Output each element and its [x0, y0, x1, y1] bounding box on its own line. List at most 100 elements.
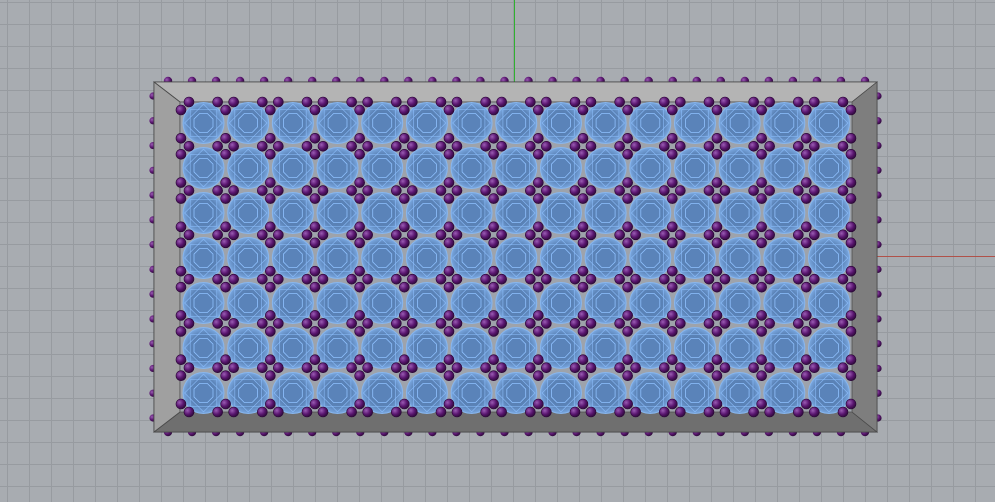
prong	[220, 281, 231, 293]
prong	[703, 185, 715, 196]
prong	[399, 398, 410, 410]
prong	[756, 398, 767, 410]
stone	[361, 282, 404, 324]
stone	[450, 102, 493, 144]
prong	[362, 140, 373, 152]
prong	[703, 362, 715, 374]
prong	[675, 273, 686, 285]
prong	[228, 362, 239, 374]
prong	[711, 326, 723, 337]
prong	[585, 96, 597, 108]
prong	[407, 273, 418, 285]
prong	[309, 265, 321, 277]
prong	[443, 177, 455, 188]
prong	[541, 96, 552, 108]
pave-plate-model[interactable]	[0, 0, 995, 502]
prong	[756, 148, 767, 160]
prong	[488, 398, 499, 410]
prong	[748, 96, 759, 108]
prong	[443, 193, 455, 204]
prong	[309, 132, 321, 144]
prong	[220, 370, 231, 382]
prong	[622, 326, 633, 337]
prong	[585, 362, 597, 374]
prong	[659, 318, 670, 329]
prong	[793, 318, 804, 329]
prong	[793, 229, 804, 241]
prong	[585, 273, 597, 285]
stone	[182, 102, 225, 144]
prong	[257, 362, 268, 374]
prong	[435, 185, 447, 196]
prong	[703, 229, 715, 241]
prong	[391, 96, 402, 108]
prong	[809, 96, 820, 108]
prong	[614, 140, 625, 152]
prong	[273, 318, 284, 329]
prong	[541, 229, 552, 241]
prong	[443, 148, 455, 160]
stone	[316, 327, 359, 369]
prong	[525, 185, 536, 196]
prong	[220, 132, 231, 144]
prong	[569, 140, 581, 152]
prong	[756, 104, 767, 116]
prong	[496, 362, 507, 374]
prong	[435, 406, 447, 418]
stone	[673, 147, 716, 189]
prong	[228, 318, 239, 329]
prong	[399, 148, 410, 160]
prong	[212, 273, 223, 285]
prong	[711, 193, 723, 204]
prong	[533, 132, 544, 144]
prong	[748, 362, 759, 374]
prong	[630, 273, 641, 285]
prong	[525, 362, 536, 374]
stone	[629, 147, 672, 189]
prong	[577, 265, 589, 277]
stone	[763, 147, 806, 189]
prong	[569, 96, 581, 108]
viewport-top[interactable]	[0, 0, 995, 502]
prong	[435, 318, 447, 329]
stone	[584, 282, 627, 324]
prong	[301, 229, 313, 241]
prong	[451, 318, 463, 329]
prong	[309, 281, 321, 293]
prong	[257, 318, 268, 329]
prong	[533, 237, 544, 249]
prong	[845, 193, 857, 204]
stone	[182, 147, 225, 189]
prong	[317, 273, 329, 285]
prong	[809, 406, 820, 418]
prong	[809, 140, 820, 152]
prong	[496, 273, 507, 285]
stone	[718, 282, 761, 324]
prong	[228, 406, 239, 418]
prong	[317, 140, 329, 152]
prong	[435, 229, 447, 241]
prong	[346, 318, 357, 329]
prong	[273, 273, 284, 285]
stone	[316, 192, 359, 234]
prong	[309, 193, 321, 204]
stone	[629, 192, 672, 234]
prong	[488, 104, 499, 116]
prong	[801, 193, 812, 204]
prong	[480, 406, 491, 418]
prong	[220, 148, 231, 160]
stone	[584, 147, 627, 189]
prong	[488, 237, 499, 249]
prong	[265, 281, 276, 293]
prong	[577, 132, 589, 144]
prong	[301, 96, 313, 108]
stone	[450, 192, 493, 234]
stone	[718, 237, 761, 279]
prong	[845, 370, 857, 382]
prong	[719, 140, 731, 152]
prong	[525, 406, 536, 418]
prong	[354, 354, 365, 366]
prong	[175, 281, 187, 293]
stone	[718, 102, 761, 144]
prong	[407, 140, 418, 152]
